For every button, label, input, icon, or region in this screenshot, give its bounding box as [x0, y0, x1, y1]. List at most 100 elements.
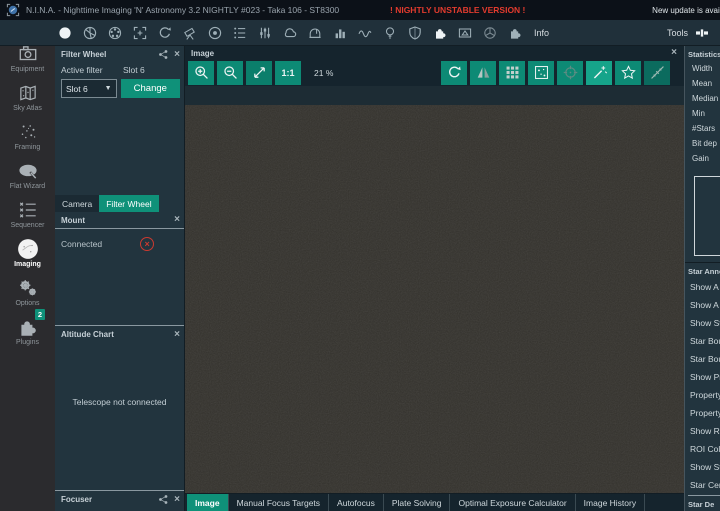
telescope-icon[interactable] — [182, 25, 198, 41]
right-dock-panel: Statistics Width Mean Median Min #Stars … — [684, 46, 720, 511]
sidebar-item-equipment[interactable]: Equipment — [0, 46, 55, 73]
annotation-option-label: Show A — [685, 296, 720, 314]
stat-label: Median — [685, 91, 720, 106]
tab-filter-wheel[interactable]: Filter Wheel — [99, 195, 158, 212]
update-notice[interactable]: New update is availa — [652, 6, 720, 15]
close-icon[interactable]: × — [174, 50, 180, 60]
tab-manual-focus-targets[interactable]: Manual Focus Targets — [229, 494, 329, 511]
plugins-count-badge: 2 — [35, 309, 45, 320]
weather-cloud-icon[interactable] — [282, 25, 298, 41]
guiding-graph-icon[interactable] — [357, 25, 373, 41]
focuser-panel: Focuser × — [55, 490, 184, 511]
satellite-trail-button[interactable] — [644, 61, 670, 85]
zoom-percentage-label: 21 % — [314, 68, 333, 78]
switch-icon[interactable] — [257, 25, 273, 41]
telescope-not-connected-message: Telescope not connected — [55, 343, 184, 490]
sidebar-item-flat-wizard[interactable]: Flat Wizard — [0, 151, 55, 190]
altitude-chart-title: Altitude Chart — [61, 330, 114, 339]
star-detect-button[interactable] — [615, 61, 641, 85]
crosshair-button[interactable] — [557, 61, 583, 85]
fan-icon[interactable] — [482, 25, 498, 41]
close-icon[interactable]: × — [174, 215, 180, 225]
tab-image-history[interactable]: Image History — [576, 494, 645, 511]
zoom-out-button[interactable] — [217, 61, 243, 85]
imaging-icon — [17, 238, 39, 260]
stat-label: Bit dep — [685, 136, 720, 151]
sidebar-item-sequencer[interactable]: Sequencer — [0, 190, 55, 229]
device-tabs: Camera Filter Wheel — [55, 195, 184, 212]
framing-icon — [17, 121, 39, 143]
stat-label: Mean — [685, 76, 720, 91]
sidebar-item-sky-atlas[interactable]: Sky Atlas — [0, 73, 55, 112]
sequence-icon[interactable] — [232, 25, 248, 41]
fit-to-screen-button[interactable] — [246, 61, 272, 85]
connector-icon[interactable] — [158, 49, 169, 60]
options-gears-icon — [17, 277, 39, 299]
tools-icon[interactable] — [694, 25, 710, 41]
zoom-in-button[interactable] — [188, 61, 214, 85]
focuser-icon[interactable] — [132, 25, 148, 41]
flat-wizard-icon — [17, 160, 39, 182]
star-annotation-button[interactable] — [528, 61, 554, 85]
flat-panel-icon[interactable] — [457, 25, 473, 41]
title-bar: N.I.N.A. - Nighttime Imaging 'N' Astrono… — [0, 0, 720, 20]
close-icon[interactable]: × — [671, 48, 677, 58]
sidebar-label: Options — [15, 300, 39, 307]
mount-connected-label: Connected — [61, 239, 102, 249]
nina-application-window: N.I.N.A. - Nighttime Imaging 'N' Astrono… — [0, 0, 720, 511]
sidebar-label: Equipment — [11, 66, 44, 73]
filter-wheel-icon[interactable] — [107, 25, 123, 41]
rotate-image-button[interactable] — [441, 61, 467, 85]
statistics-panel-title: Statistics — [685, 46, 720, 61]
sidebar-label: Plugins — [16, 339, 39, 346]
filter-select-dropdown[interactable]: Slot 6 ▼ — [61, 79, 117, 98]
change-filter-button[interactable]: Change — [121, 79, 180, 98]
stat-label: Gain — [685, 151, 720, 166]
image-toolbar: 1:1 21 % — [185, 59, 684, 86]
annotation-option-label: Star Cen — [685, 476, 720, 494]
info-plugin-icon[interactable] — [507, 25, 523, 41]
filter-wheel-panel: Filter Wheel × Active filter Slot 6 Slot… — [55, 46, 184, 212]
plugin-icon[interactable] — [432, 25, 448, 41]
close-icon[interactable]: × — [174, 495, 180, 505]
close-icon[interactable]: × — [174, 330, 180, 340]
guider-icon[interactable] — [207, 25, 223, 41]
image-panel: Image × 1:1 21 % — [185, 46, 684, 511]
mount-panel-title: Mount — [61, 216, 85, 225]
annotation-option-label: Show St — [685, 458, 720, 476]
sidebar-item-plugins[interactable]: 2 Plugins — [0, 307, 55, 346]
mount-panel: Mount × Connected × — [55, 212, 184, 325]
one-to-one-zoom-button[interactable]: 1:1 — [275, 61, 301, 85]
annotation-option-label: Star Bou — [685, 332, 720, 350]
bulb-icon[interactable] — [382, 25, 398, 41]
tools-label[interactable]: Tools — [667, 28, 688, 38]
sidebar-label: Sequencer — [11, 222, 45, 229]
camera-icon[interactable] — [57, 25, 73, 41]
flip-image-button[interactable] — [470, 61, 496, 85]
sidebar-item-imaging[interactable]: Imaging — [0, 229, 55, 268]
safety-monitor-shield-icon[interactable] — [407, 25, 423, 41]
annotation-option-label: Star Bou — [685, 350, 720, 368]
stat-label: Min — [685, 106, 720, 121]
histogram-icon[interactable] — [332, 25, 348, 41]
altitude-chart-panel: Altitude Chart × Telescope not connected — [55, 325, 184, 490]
tab-image[interactable]: Image — [187, 494, 229, 511]
tab-plate-solving[interactable]: Plate Solving — [384, 494, 451, 511]
annotation-option-label: Property — [685, 404, 720, 422]
auto-stretch-wand-button[interactable] — [586, 61, 612, 85]
shutter-icon[interactable] — [82, 25, 98, 41]
histogram-frame — [694, 176, 720, 256]
grid-overlay-button[interactable] — [499, 61, 525, 85]
stat-label: #Stars — [685, 121, 720, 136]
captured-image-canvas[interactable] — [185, 105, 684, 493]
rotator-icon[interactable] — [157, 25, 173, 41]
sidebar-item-framing[interactable]: Framing — [0, 112, 55, 151]
tab-autofocus[interactable]: Autofocus — [329, 494, 384, 511]
connector-icon[interactable] — [158, 494, 169, 505]
tab-camera[interactable]: Camera — [55, 195, 99, 212]
filter-select-value: Slot 6 — [66, 84, 88, 94]
sidebar-item-options[interactable]: Options — [0, 268, 55, 307]
dome-icon[interactable] — [307, 25, 323, 41]
tab-optimal-exposure-calculator[interactable]: Optimal Exposure Calculator — [450, 494, 575, 511]
current-slot-value: Slot 6 — [123, 65, 145, 75]
